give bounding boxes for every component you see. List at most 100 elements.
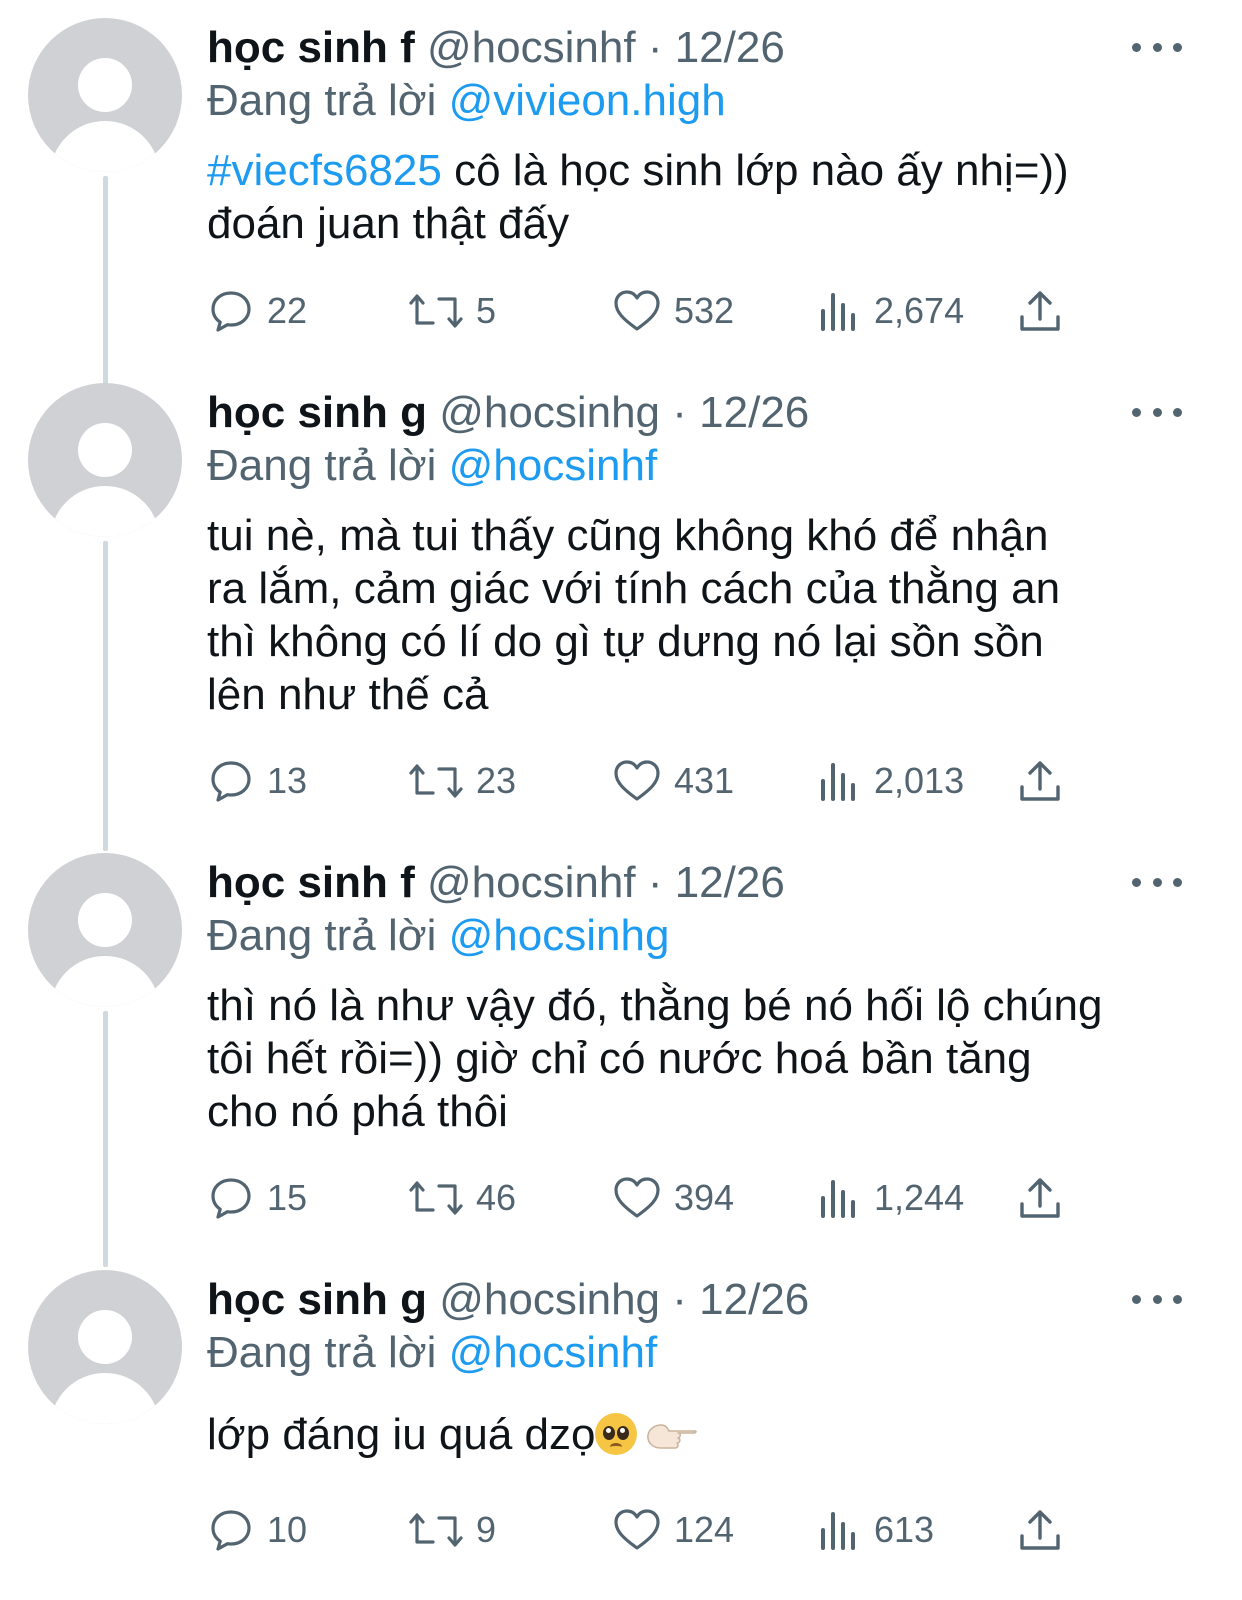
mention-link[interactable]: @hocsinhf	[449, 1328, 658, 1377]
tweet-text-span: lớp đáng iu quá dzọ	[207, 1410, 596, 1459]
tweet-header: học sinh f @hocsinhf · 12/26	[207, 857, 785, 909]
reply-icon	[211, 761, 251, 802]
replying-to-label: Đang trả lời	[207, 1328, 437, 1377]
tweet-header: học sinh f @hocsinhf · 12/26	[207, 22, 785, 74]
tweet-header: học sinh g @hocsinhg · 12/26	[207, 1274, 809, 1326]
tweet-text-line: cho nó phá thôi	[207, 1087, 508, 1136]
pleading-face-icon	[595, 1413, 638, 1455]
timestamp[interactable]: 12/26	[675, 23, 785, 72]
share-button[interactable]	[1018, 756, 1062, 806]
like-count: 532	[674, 290, 735, 331]
share-icon	[1020, 1178, 1060, 1218]
like-button[interactable]: 431	[612, 756, 734, 806]
action-bar: 13 23 431 2,013	[0, 756, 1242, 806]
share-button[interactable]	[1018, 1173, 1062, 1223]
replying-to-label: Đang trả lời	[207, 441, 437, 490]
like-count: 431	[674, 760, 735, 801]
retweet-button[interactable]: 23	[408, 756, 516, 806]
views-count: 1,244	[874, 1177, 965, 1218]
handle[interactable]: @hocsinhf	[427, 858, 636, 907]
tweet-text-line: tôi hết rồi=)) giờ chỉ có nước hoá bần t…	[207, 1034, 1032, 1083]
display-name[interactable]: học sinh f	[207, 858, 415, 907]
display-name[interactable]: học sinh g	[207, 388, 427, 437]
tweet[interactable]: học sinh g @hocsinhg · 12/26 Đang trả lờ…	[0, 1270, 1242, 1600]
heart-icon	[614, 1509, 660, 1550]
tweet[interactable]: học sinh f @hocsinhf · 12/26 Đang trả lờ…	[0, 853, 1242, 1267]
reply-button[interactable]: 10	[207, 1505, 307, 1555]
views-count: 613	[874, 1509, 935, 1550]
tweet[interactable]: học sinh f @hocsinhf · 12/26 Đang trả lờ…	[0, 18, 1242, 386]
handle[interactable]: @hocsinhg	[439, 1275, 660, 1324]
avatar[interactable]	[28, 18, 182, 172]
tweet-text: tui nè, mà tui thấy cũng không khó để nh…	[207, 509, 1197, 721]
timestamp[interactable]: 12/26	[699, 1275, 809, 1324]
share-button[interactable]	[1018, 1505, 1062, 1555]
reply-button[interactable]: 13	[207, 756, 307, 806]
avatar[interactable]	[28, 853, 182, 1007]
views-count: 2,013	[874, 760, 965, 801]
pointing-hand-icon	[647, 1424, 698, 1449]
reply-button[interactable]: 22	[207, 286, 307, 336]
tweet-text-line: đoán juan thật đấy	[207, 199, 570, 248]
mention-link[interactable]: @hocsinhg	[449, 911, 670, 960]
avatar[interactable]	[28, 1270, 182, 1424]
tweet-text: #viecfs6825 cô là học sinh lớp nào ấy nh…	[207, 144, 1197, 250]
tweet-header: học sinh g @hocsinhg · 12/26	[207, 387, 809, 439]
views-button[interactable]: 2,013	[818, 756, 964, 806]
avatar[interactable]	[28, 383, 182, 537]
retweet-icon	[409, 294, 463, 328]
tweet-text-line: ra lắm, cảm giác với tính cách của thằng…	[207, 564, 1061, 613]
views-icon	[821, 1512, 855, 1550]
more-icon[interactable]	[1132, 32, 1182, 62]
like-count: 124	[674, 1509, 735, 1550]
display-name[interactable]: học sinh f	[207, 23, 415, 72]
reply-count: 10	[267, 1509, 308, 1550]
like-button[interactable]: 532	[612, 286, 734, 336]
more-icon[interactable]	[1132, 397, 1182, 427]
more-icon[interactable]	[1132, 1284, 1182, 1314]
heart-icon	[614, 1177, 660, 1218]
views-button[interactable]: 2,674	[818, 286, 964, 336]
retweet-button[interactable]: 5	[408, 286, 496, 336]
views-icon	[821, 293, 855, 331]
separator-dot: ·	[647, 858, 663, 907]
reply-button[interactable]: 15	[207, 1173, 307, 1223]
hashtag-link[interactable]: #viecfs6825	[207, 146, 442, 195]
timestamp[interactable]: 12/26	[675, 858, 785, 907]
tweet-text-span: cô là học sinh lớp nào ấy nhị=))	[454, 146, 1069, 195]
thread-line	[103, 176, 108, 386]
handle[interactable]: @hocsinhg	[439, 388, 660, 437]
display-name[interactable]: học sinh g	[207, 1275, 427, 1324]
tweet-text: lớp đáng iu quá dzọ	[207, 1408, 1197, 1461]
mention-link[interactable]: @vivieon.high	[449, 76, 726, 125]
retweet-icon	[409, 764, 463, 798]
retweet-count: 9	[476, 1509, 497, 1550]
retweet-count: 46	[476, 1177, 517, 1218]
retweet-button[interactable]: 46	[408, 1173, 516, 1223]
share-button[interactable]	[1018, 286, 1062, 336]
mention-link[interactable]: @hocsinhf	[449, 441, 658, 490]
views-count: 2,674	[874, 290, 965, 331]
views-button[interactable]: 613	[818, 1505, 934, 1555]
like-button[interactable]: 124	[612, 1505, 734, 1555]
more-icon[interactable]	[1132, 867, 1182, 897]
timestamp[interactable]: 12/26	[699, 388, 809, 437]
reply-icon	[211, 1510, 251, 1551]
retweet-icon	[409, 1513, 463, 1547]
tweet[interactable]: học sinh g @hocsinhg · 12/26 Đang trả lờ…	[0, 383, 1242, 851]
share-icon	[1020, 291, 1060, 331]
handle[interactable]: @hocsinhf	[427, 23, 636, 72]
reply-icon	[211, 1178, 251, 1219]
tweet-text-line: tui nè, mà tui thấy cũng không khó để nh…	[207, 511, 1049, 560]
like-count: 394	[674, 1177, 735, 1218]
separator-dot: ·	[647, 23, 663, 72]
retweet-button[interactable]: 9	[408, 1505, 496, 1555]
views-button[interactable]: 1,244	[818, 1173, 964, 1223]
replying-to: Đang trả lời @hocsinhf	[207, 1327, 657, 1379]
action-bar: 15 46 394 1,244	[0, 1173, 1242, 1223]
retweet-count: 5	[476, 290, 497, 331]
tweet-text-line: #viecfs6825 cô là học sinh lớp nào ấy nh…	[207, 144, 1197, 197]
separator-dot: ·	[672, 388, 687, 437]
like-button[interactable]: 394	[612, 1173, 734, 1223]
replying-to-label: Đang trả lời	[207, 911, 437, 960]
